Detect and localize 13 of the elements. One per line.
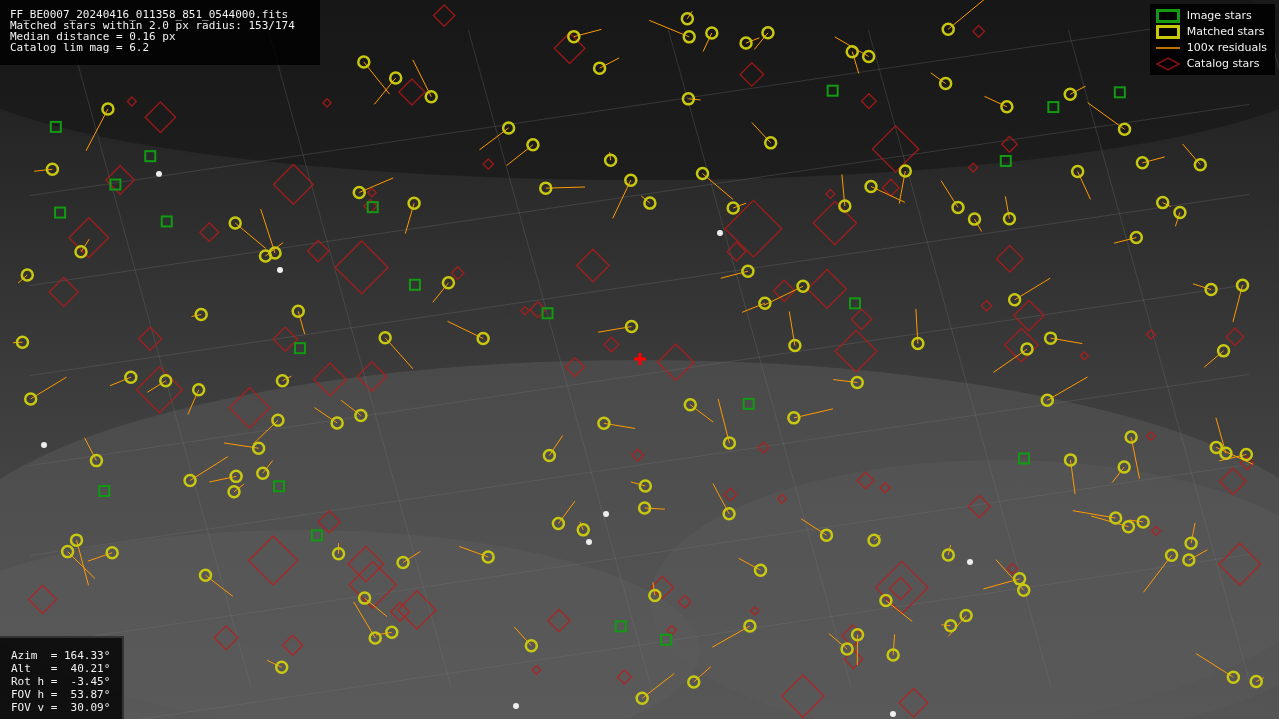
legend-label: Image stars	[1186, 9, 1252, 22]
legend-label: 100x residuals	[1186, 41, 1267, 54]
info-text: FOV v = 30.09°	[11, 702, 111, 713]
info-text: Catalog lim mag = 6.2	[10, 42, 151, 53]
info-text: FF_BE0007_20240416_011358_851_0544000.fits	[10, 9, 290, 20]
info-text: FOV h = 53.87°	[11, 689, 111, 700]
info-text: Matched stars within 2.0 px radius: 153/174	[10, 20, 296, 31]
legend-label: Catalog stars	[1186, 57, 1260, 70]
info-text: Azim = 164.33°	[11, 650, 111, 661]
info-text: Median distance = 0.16 px	[10, 31, 176, 42]
info-text: Rot h = -3.45°	[11, 676, 111, 687]
info-text: Alt = 40.21°	[11, 663, 111, 674]
legend-label: Matched stars	[1186, 25, 1265, 38]
